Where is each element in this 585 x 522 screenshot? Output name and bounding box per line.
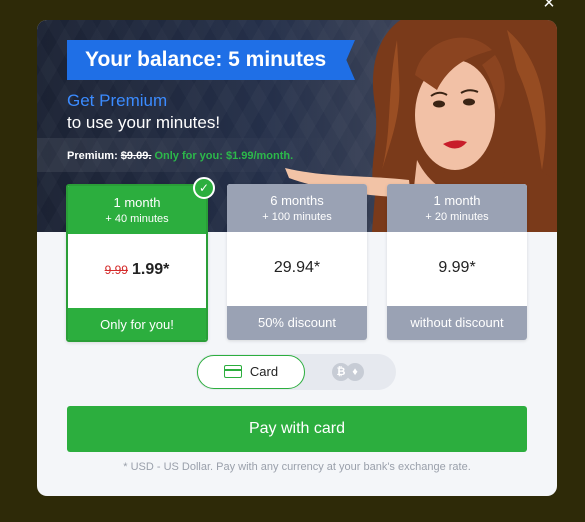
offer-prefix: Premium: [67, 150, 121, 162]
card-option-label: Card [249, 364, 279, 379]
plan-header: 1 month + 40 minutes [68, 186, 206, 234]
balance-banner: Your balance: 5 minutes [67, 40, 355, 80]
plan-header: 1 month + 20 minutes [387, 184, 527, 232]
plan-footer: without discount [387, 306, 527, 340]
plan-title: 1 month [113, 195, 161, 210]
plan-title: 1 month [433, 193, 481, 208]
plan-footer: Only for you! [68, 308, 206, 340]
offer-line: Premium: $9.09. Only for you: $1.99/mont… [67, 150, 293, 162]
ethereum-icon: ♦ [346, 363, 364, 381]
premium-subtitle: to use your minutes! [67, 113, 221, 132]
pay-with-card-button[interactable]: Pay with card [67, 406, 527, 452]
credit-card-icon [223, 365, 242, 378]
plan-old-price: 9.99 [104, 263, 128, 277]
plan-header: 6 months + 100 minutes [227, 184, 367, 232]
plan-card-6-months[interactable]: 6 months + 100 minutes 29.94* 50% discou… [227, 184, 367, 340]
plan-bonus: + 40 minutes [105, 213, 169, 225]
payment-method-toggle: Card ₿ ♦ [196, 354, 396, 390]
plan-footer: 50% discount [227, 306, 367, 340]
plan-card-1-month-20[interactable]: 1 month + 20 minutes 9.99* without disco… [387, 184, 527, 340]
premium-title: Get Premium [67, 91, 168, 110]
offer-new-price: Only for you: $1.99/month. [151, 150, 294, 162]
currency-footnote: * USD - US Dollar. Pay with any currency… [123, 461, 471, 473]
plan-bonus: + 100 minutes [262, 211, 332, 223]
crypto-option[interactable]: ₿ ♦ [332, 363, 368, 381]
offer-old-price: $9.09. [120, 150, 152, 162]
plan-card-1-month-40[interactable]: 1 month + 40 minutes 9.99 1.99* Only for … [66, 184, 208, 342]
plan-price: 9.99* [438, 259, 476, 276]
plan-new-price: 1.99* [131, 261, 170, 278]
plan-price: 9.99 1.99* [68, 234, 206, 308]
plan-price: 29.94* [273, 259, 321, 276]
selected-check-icon: ✓ [193, 177, 215, 199]
premium-modal: Your balance: 5 minutes Get Premium to u… [37, 20, 557, 496]
close-button[interactable]: × [538, 0, 560, 14]
plan-title: 6 months [270, 193, 324, 208]
plan-bonus: + 20 minutes [425, 211, 489, 223]
card-option[interactable]: Card [197, 355, 305, 389]
